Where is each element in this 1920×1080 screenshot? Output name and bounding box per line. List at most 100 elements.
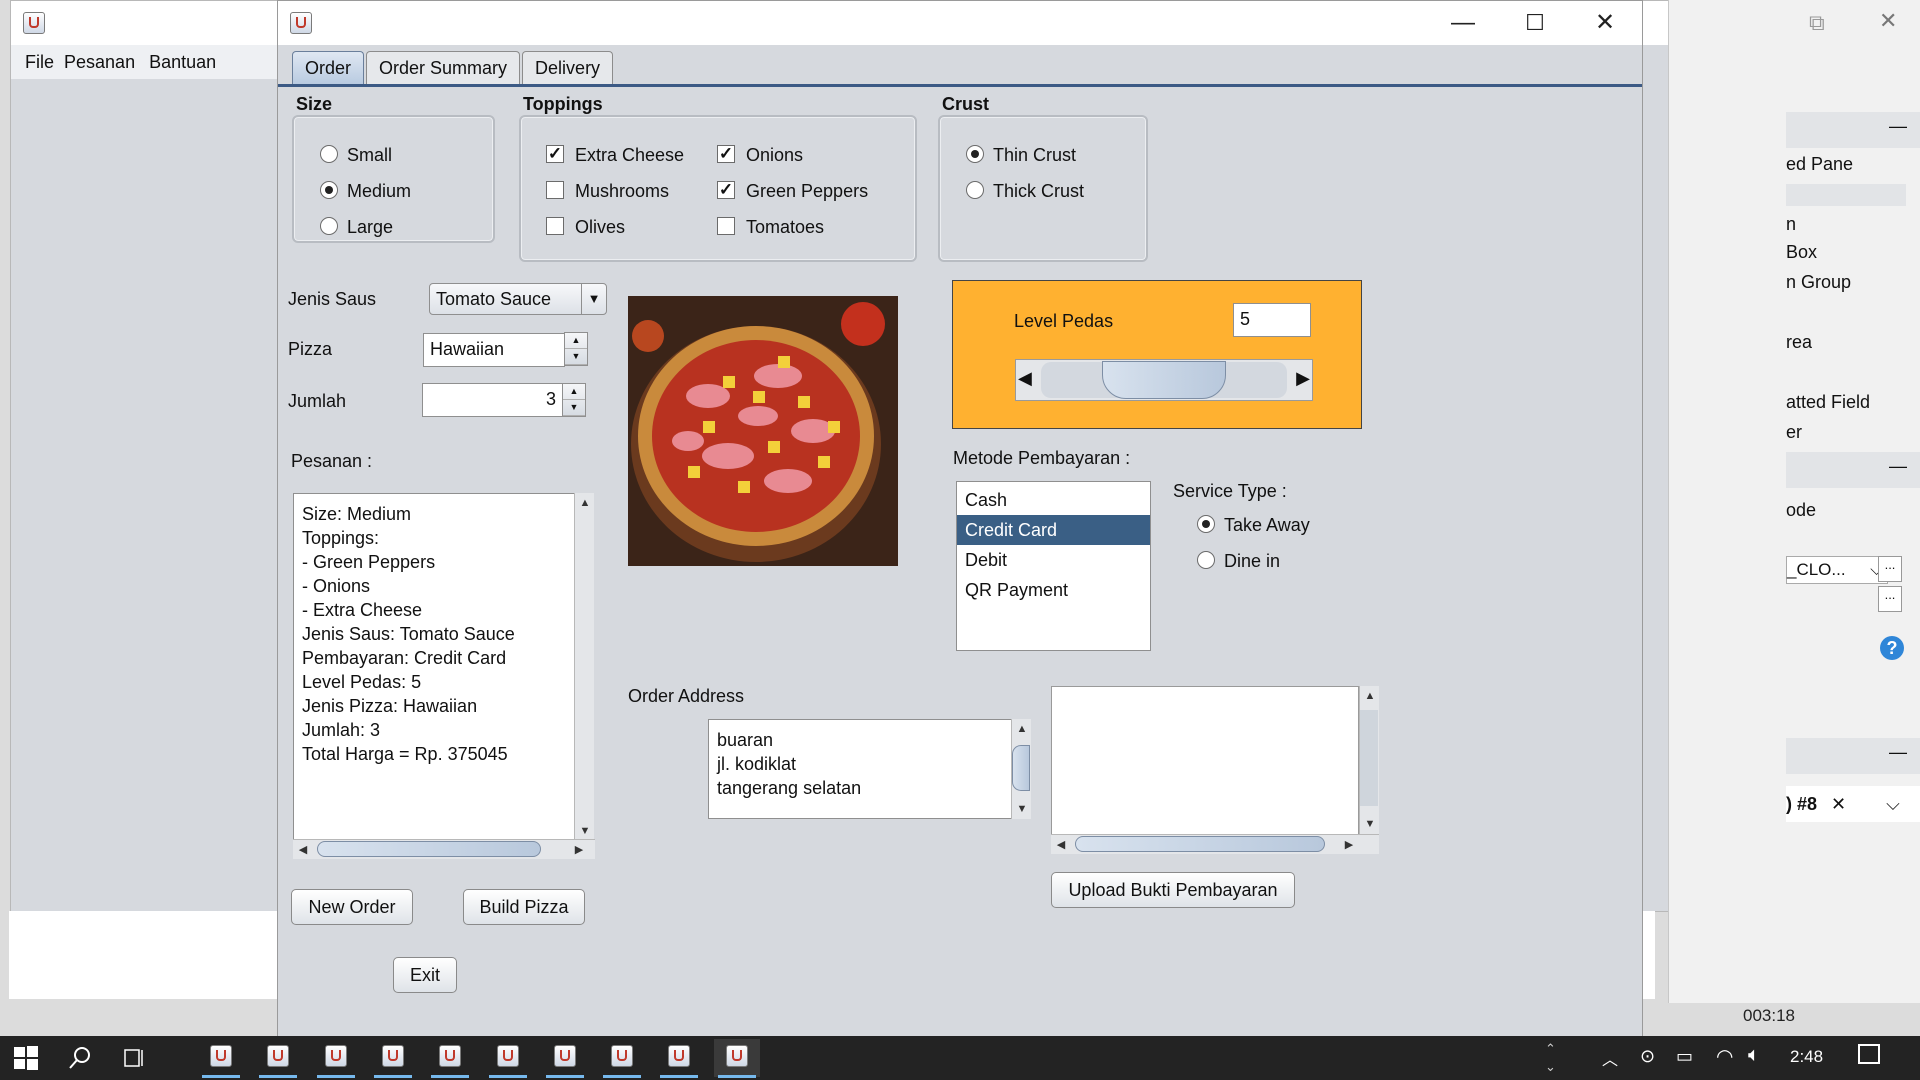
- crust-thin-radio[interactable]: Thin Crust: [966, 144, 1076, 166]
- qty-field[interactable]: 3: [422, 383, 563, 417]
- pesanan-line: Level Pedas: 5: [302, 672, 422, 692]
- pesanan-line: Total Harga = Rp. 375045: [302, 744, 508, 764]
- taskbar-java-app[interactable]: [313, 1039, 359, 1078]
- property-ellipsis-button[interactable]: ...: [1878, 586, 1902, 612]
- taskbar-java-app[interactable]: [656, 1039, 702, 1078]
- tab-delivery[interactable]: Delivery: [522, 51, 614, 84]
- battery-icon[interactable]: ▭: [1676, 1046, 1693, 1067]
- pesanan-line: Pembayaran: Credit Card: [302, 648, 507, 668]
- scrollbar-thumb[interactable]: [1360, 710, 1378, 806]
- slider-thumb[interactable]: [1102, 361, 1226, 399]
- size-small-radio[interactable]: Small: [320, 144, 392, 166]
- property-combo[interactable]: _CLO... ⌵: [1786, 556, 1888, 584]
- taskbar-java-app[interactable]: [485, 1039, 531, 1078]
- pesanan-horizontal-scrollbar[interactable]: ◀ ▶: [293, 839, 595, 859]
- size-medium-radio[interactable]: Medium: [320, 180, 411, 202]
- taskbar-java-app[interactable]: [713, 1039, 760, 1078]
- taskbar-scroll-icon[interactable]: ⌃ ⌄: [1545, 1040, 1556, 1076]
- menu-bantuan[interactable]: Bantuan: [149, 52, 216, 72]
- new-order-button[interactable]: New Order: [291, 889, 413, 925]
- maximize-icon[interactable]: ☐: [1500, 1, 1570, 45]
- right-restore-icon[interactable]: ⧉: [1809, 10, 1825, 36]
- menu-pesanan[interactable]: Pesanan: [64, 52, 135, 72]
- property-ellipsis-button[interactable]: ...: [1878, 556, 1902, 582]
- sauce-combo[interactable]: Tomato Sauce ▼: [429, 283, 607, 315]
- payment-option[interactable]: QR Payment: [957, 575, 1150, 605]
- scrollbar-thumb[interactable]: [317, 841, 541, 857]
- topping-olives-checkbox[interactable]: Olives: [546, 216, 625, 238]
- notification-icon[interactable]: [1858, 1044, 1880, 1064]
- palette-item[interactable]: Box: [1786, 242, 1817, 263]
- taskbar-java-app[interactable]: [370, 1039, 416, 1078]
- topping-mushrooms-checkbox[interactable]: Mushrooms: [546, 180, 669, 202]
- wifi-icon[interactable]: ◠: [1716, 1044, 1733, 1069]
- palette-item[interactable]: atted Field: [1786, 392, 1870, 413]
- preview-horizontal-scrollbar[interactable]: ◀ ▶: [1051, 834, 1379, 854]
- tab-order[interactable]: Order: [292, 51, 365, 84]
- address-line: buaran: [717, 730, 774, 750]
- service-take-away-radio[interactable]: Take Away: [1197, 514, 1310, 536]
- size-large-radio[interactable]: Large: [320, 216, 393, 238]
- scroll-left-icon: ◀: [1056, 839, 1066, 851]
- upload-proof-button[interactable]: Upload Bukti Pembayaran: [1051, 872, 1295, 908]
- build-pizza-button[interactable]: Build Pizza: [463, 889, 585, 925]
- clock[interactable]: 2:48: [1790, 1047, 1823, 1067]
- task-view-icon[interactable]: [122, 1046, 146, 1070]
- scroll-down-icon: ▼: [579, 825, 591, 837]
- palette-item[interactable]: ed Pane: [1786, 154, 1853, 175]
- palette-item[interactable]: n: [1786, 214, 1796, 235]
- help-icon[interactable]: ?: [1880, 636, 1904, 660]
- palette-item[interactable]: n Group: [1786, 272, 1851, 293]
- pesanan-textarea[interactable]: Size: Medium Toppings: - Green Peppers - On…: [293, 493, 575, 841]
- address-vertical-scrollbar[interactable]: ▲ ▼: [1011, 719, 1031, 819]
- chevron-down-icon: ⌵: [1886, 794, 1900, 814]
- preview-vertical-scrollbar[interactable]: ▲ ▼: [1359, 686, 1379, 834]
- radio-icon: [966, 181, 984, 200]
- minimize-icon[interactable]: —: [1428, 1, 1498, 45]
- pizza-field[interactable]: Hawaiian: [423, 333, 565, 367]
- pizza-spinner[interactable]: ▲ ▼: [564, 332, 588, 366]
- taskbar-java-app[interactable]: [255, 1039, 301, 1078]
- scrollbar-thumb[interactable]: [1075, 836, 1325, 852]
- spicy-level-panel: Level Pedas 5 ◀ ▶: [952, 280, 1362, 429]
- topping-green-peppers-checkbox[interactable]: ✓ Green Peppers: [717, 180, 868, 202]
- spinner-down-icon: ▼: [563, 400, 585, 416]
- spicy-slider[interactable]: ◀ ▶: [1015, 359, 1313, 401]
- right-close-icon[interactable]: ✕: [1879, 8, 1897, 34]
- taskbar-java-app[interactable]: [427, 1039, 473, 1078]
- palette-item[interactable]: rea: [1786, 332, 1812, 353]
- menu-file[interactable]: File: [25, 52, 54, 72]
- toppings-title: Toppings: [523, 94, 603, 114]
- taskbar-java-app[interactable]: [198, 1039, 244, 1078]
- properties-header: —: [1786, 452, 1920, 488]
- exit-button[interactable]: Exit: [393, 957, 457, 993]
- volume-icon[interactable]: 🔈︎: [1748, 1044, 1760, 1067]
- taskbar-java-app[interactable]: [599, 1039, 645, 1078]
- chevron-up-icon[interactable]: ︿: [1602, 1046, 1618, 1070]
- search-icon[interactable]: [68, 1046, 92, 1070]
- address-textarea[interactable]: buaran jl. kodiklat tangerang selatan: [708, 719, 1012, 819]
- taskbar-java-app[interactable]: [542, 1039, 588, 1078]
- payment-option[interactable]: Debit: [957, 545, 1150, 575]
- close-icon[interactable]: ✕: [1570, 1, 1640, 45]
- qty-spinner[interactable]: ▲ ▼: [562, 383, 586, 417]
- crust-thick-radio[interactable]: Thick Crust: [966, 180, 1084, 202]
- service-dine-in-radio[interactable]: Dine in: [1197, 550, 1280, 572]
- topping-tomatoes-checkbox[interactable]: Tomatoes: [717, 216, 824, 238]
- payment-list[interactable]: Cash Credit Card Debit QR Payment: [956, 481, 1151, 651]
- payment-option[interactable]: Credit Card: [957, 515, 1150, 545]
- pesanan-vertical-scrollbar[interactable]: ▲ ▼: [574, 493, 594, 841]
- topping-extra-cheese-checkbox[interactable]: ✓ Extra Cheese: [546, 144, 684, 166]
- windows-start-icon[interactable]: [14, 1046, 38, 1070]
- scrollbar-thumb[interactable]: [1012, 745, 1030, 791]
- tab-order-summary[interactable]: Order Summary: [366, 51, 521, 84]
- spicy-value-field[interactable]: 5: [1233, 303, 1311, 337]
- payment-option[interactable]: Cash: [957, 485, 1150, 515]
- palette-item[interactable]: er: [1786, 422, 1802, 443]
- output-tab[interactable]: ) #8 ✕ ⌵: [1786, 786, 1920, 822]
- address-label: Order Address: [628, 686, 745, 706]
- pesanan-line: Jumlah: 3: [302, 720, 381, 740]
- topping-onions-checkbox[interactable]: ✓ Onions: [717, 144, 803, 166]
- palette-selection: [1786, 184, 1906, 206]
- status-time: 003:18: [1743, 1006, 1795, 1025]
